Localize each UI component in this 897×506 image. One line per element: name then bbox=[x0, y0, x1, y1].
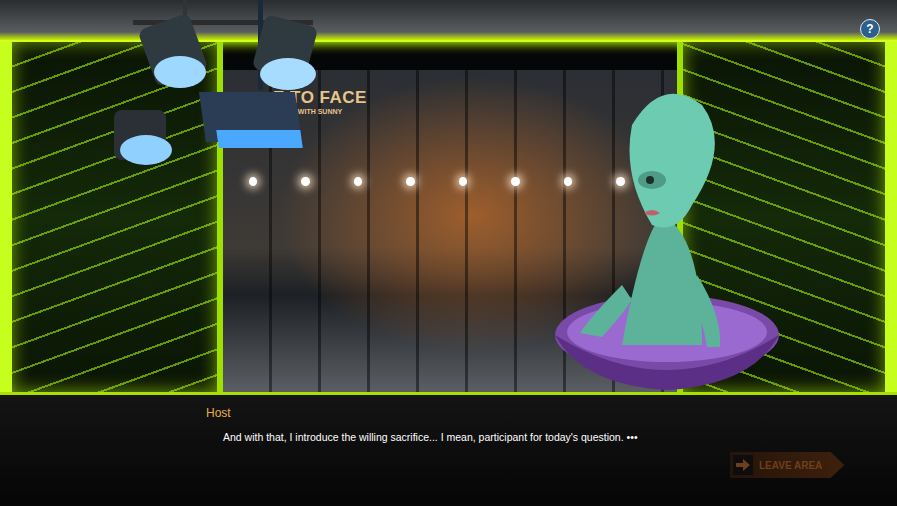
game-screen: E TO FACEWITH SUNNY?HostAnd with that, I… bbox=[0, 0, 897, 506]
leave-area-button[interactable]: LEAVE AREA bbox=[730, 452, 844, 478]
light-dot bbox=[459, 177, 467, 186]
light-dot bbox=[406, 177, 414, 186]
light-dot bbox=[616, 177, 624, 186]
light-dot bbox=[249, 177, 257, 186]
light-dot bbox=[564, 177, 572, 186]
alien-host-icon bbox=[552, 85, 792, 405]
arrow-right-icon bbox=[736, 459, 750, 471]
more-indicator[interactable]: ••• bbox=[627, 431, 638, 443]
leave-area-label: LEAVE AREA bbox=[759, 460, 822, 471]
left-wall bbox=[0, 42, 223, 392]
speaker-name: Host bbox=[200, 406, 640, 420]
stage-lights-row bbox=[245, 177, 677, 186]
light-dot bbox=[301, 177, 309, 186]
light-dot bbox=[511, 177, 519, 186]
help-button[interactable]: ? bbox=[860, 19, 880, 39]
dialog-box: Host And with that, I introduce the willi… bbox=[200, 406, 640, 445]
show-subtitle: WITH SUNNY bbox=[298, 108, 342, 115]
arrow-box bbox=[733, 455, 753, 475]
floor bbox=[0, 392, 897, 506]
dialog-text[interactable]: And with that, I introduce the willing s… bbox=[200, 430, 640, 445]
light-dot bbox=[354, 177, 362, 186]
stage-lights-icon bbox=[108, 0, 338, 180]
